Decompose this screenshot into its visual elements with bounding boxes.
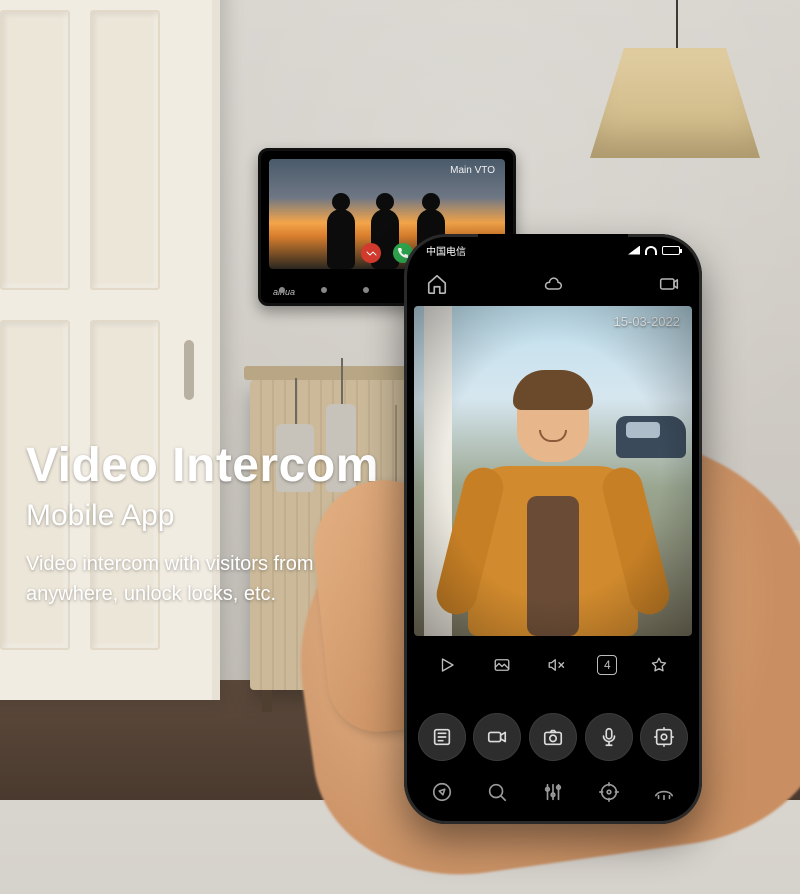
nav-compass-icon[interactable] <box>429 779 455 805</box>
feed-date-overlay: 15-03-2022 <box>614 314 681 329</box>
star-icon[interactable] <box>646 652 672 678</box>
snapshot-button[interactable] <box>529 713 577 761</box>
app-bottom-nav <box>404 770 702 814</box>
play-icon[interactable] <box>434 652 460 678</box>
feed-mini-controls: 4 <box>404 644 702 686</box>
recordings-button[interactable] <box>418 713 466 761</box>
mute-icon[interactable] <box>543 652 569 678</box>
background-car <box>616 416 686 458</box>
grid-count-value: 4 <box>604 658 611 672</box>
cloud-icon[interactable] <box>540 271 566 297</box>
signal-icon <box>628 246 640 255</box>
nav-sliders-icon[interactable] <box>540 779 566 805</box>
feed-action-row <box>404 696 702 778</box>
gallery-icon[interactable] <box>489 652 515 678</box>
monitor-caller-label: Main VTO <box>450 165 495 176</box>
doorbell-live-feed[interactable]: 15-03-2022 <box>414 306 692 636</box>
nav-wiper-icon[interactable] <box>651 779 677 805</box>
camera-switch-icon[interactable] <box>656 271 682 297</box>
wifi-icon <box>645 246 657 255</box>
app-top-bar <box>404 264 702 304</box>
grid-count-badge[interactable]: 4 <box>597 655 617 675</box>
phone-notch <box>478 234 628 260</box>
headline-title: Video Intercom <box>26 438 386 493</box>
smartphone: 中国电信 15-03-2022 <box>404 234 702 824</box>
talk-button[interactable] <box>585 713 633 761</box>
monitor-decline-button[interactable] <box>361 243 381 263</box>
nav-location-icon[interactable] <box>596 779 622 805</box>
home-icon[interactable] <box>424 271 450 297</box>
battery-icon <box>662 246 680 255</box>
nav-search-icon[interactable] <box>484 779 510 805</box>
visitor-figure <box>463 376 643 636</box>
status-carrier: 中国电信 <box>426 243 466 258</box>
record-video-button[interactable] <box>473 713 521 761</box>
unlock-button[interactable] <box>640 713 688 761</box>
